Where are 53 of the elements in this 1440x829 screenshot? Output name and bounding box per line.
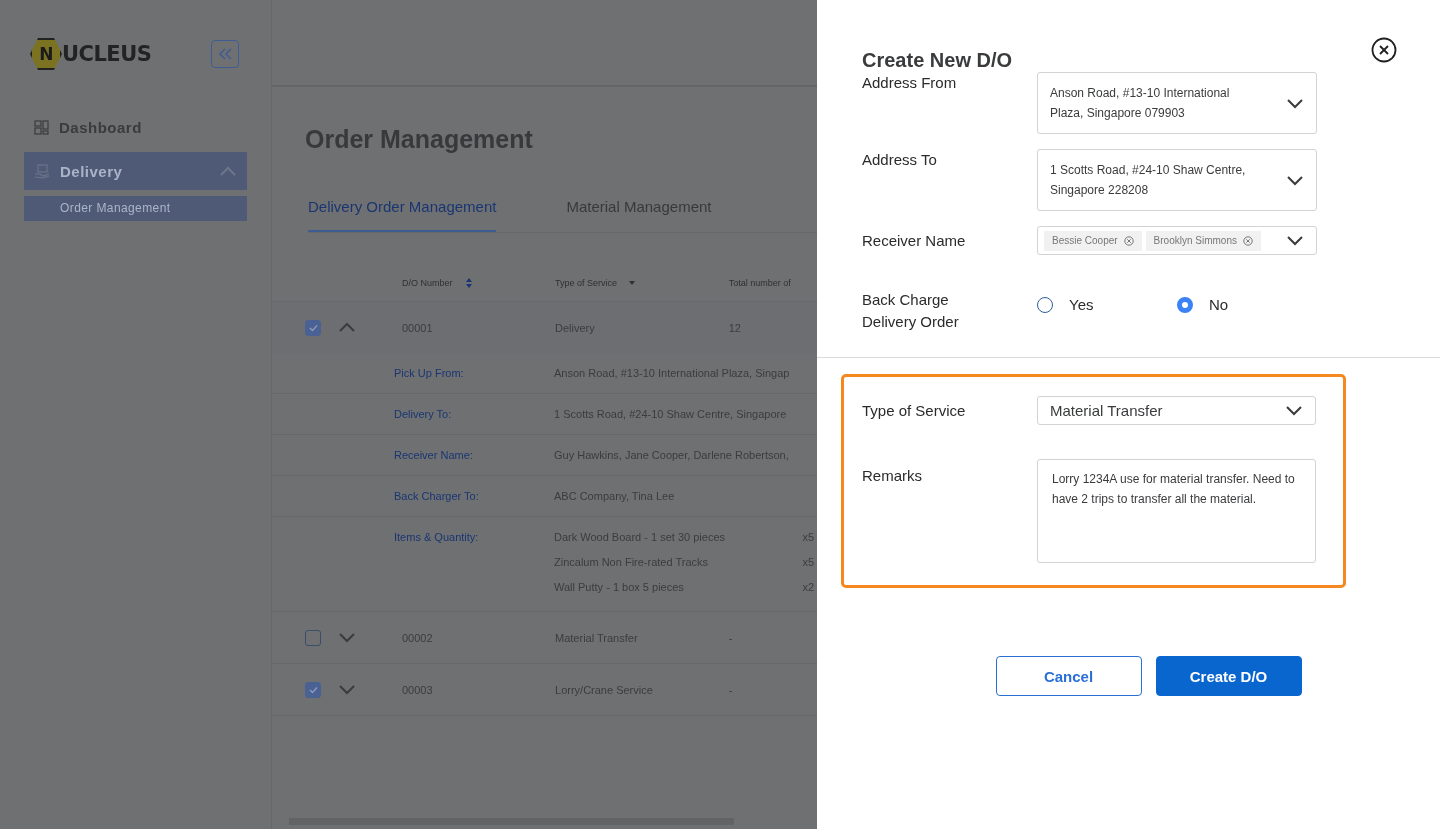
logo: N UCLEUS bbox=[30, 38, 152, 70]
tag-chip[interactable]: Brooklyn Simmons bbox=[1145, 230, 1261, 251]
chevron-down-icon bbox=[1286, 96, 1304, 110]
chevron-down-icon[interactable] bbox=[338, 631, 356, 644]
checkbox[interactable] bbox=[305, 319, 321, 336]
dropdown-icon bbox=[629, 281, 636, 285]
detail-label: Pick Up From: bbox=[394, 367, 465, 379]
dropdown-field[interactable]: Material Transfer bbox=[1037, 396, 1316, 425]
field-label: Address To bbox=[862, 150, 938, 170]
dashboard-icon bbox=[34, 119, 49, 135]
field-label: Receiver Name bbox=[862, 230, 967, 251]
nav-item[interactable]: Delivery bbox=[24, 152, 247, 190]
close-icon bbox=[1371, 37, 1397, 63]
checkbox[interactable] bbox=[305, 629, 321, 646]
chevron-down-icon bbox=[1286, 234, 1304, 247]
page-title: Order Management bbox=[305, 125, 534, 154]
radio-button[interactable] bbox=[1177, 296, 1193, 313]
field-label: Type of Service bbox=[862, 401, 967, 421]
multi-select-field[interactable]: Bessie Cooper Brooklyn Simmons bbox=[1037, 226, 1317, 255]
table-cell: - bbox=[728, 631, 733, 644]
tab[interactable]: Delivery Order Management bbox=[308, 198, 497, 232]
check-icon bbox=[308, 685, 318, 694]
field-label: Address From bbox=[862, 73, 958, 93]
dialog-title: Create New D/O bbox=[862, 49, 1013, 72]
chevron-down-icon[interactable] bbox=[338, 683, 356, 696]
detail-label: Back Charger To: bbox=[394, 490, 480, 502]
table-cell: - bbox=[728, 683, 733, 696]
sort-icon bbox=[464, 278, 473, 288]
tag-chip[interactable]: Bessie Cooper bbox=[1044, 230, 1142, 251]
detail-label: Items & Quantity: bbox=[394, 531, 480, 543]
double-chevron-left-icon bbox=[216, 46, 234, 62]
radio-label: Yes bbox=[1069, 296, 1094, 313]
detail-label: Receiver Name: bbox=[394, 449, 474, 461]
dropdown-field[interactable]: Anson Road, #13-10 International Plaza, Singapore 079903 bbox=[1037, 72, 1317, 134]
chevron-down-icon bbox=[1286, 173, 1304, 187]
checkbox[interactable] bbox=[305, 681, 321, 698]
field-label: Remarks bbox=[862, 466, 923, 486]
box-hand-icon bbox=[34, 163, 50, 179]
create-button[interactable]: Create D/O bbox=[1155, 656, 1302, 696]
cancel-button[interactable]: Cancel bbox=[995, 656, 1142, 696]
collapse-button[interactable] bbox=[211, 40, 239, 68]
remove-icon bbox=[1123, 235, 1134, 246]
remarks-field[interactable]: Lorry 1234A use for material transfer. Need to have 2 trips to transfer all the material. bbox=[1037, 459, 1316, 563]
chevron-up-icon[interactable] bbox=[338, 321, 356, 334]
radio-label: No bbox=[1209, 296, 1229, 313]
field-label: Back Charge Delivery Order bbox=[862, 290, 960, 332]
check-icon bbox=[308, 323, 318, 332]
remove-icon bbox=[1242, 235, 1253, 246]
detail-label: Delivery To: bbox=[394, 408, 453, 420]
dropdown-field[interactable]: 1 Scotts Road, #24-10 Shaw Centre, Singapore 228208 bbox=[1037, 149, 1317, 211]
chevron-down-icon bbox=[1285, 404, 1303, 417]
column-header[interactable]: D/O Number bbox=[402, 278, 453, 288]
nav-subitem[interactable]: Order Management bbox=[24, 196, 247, 221]
